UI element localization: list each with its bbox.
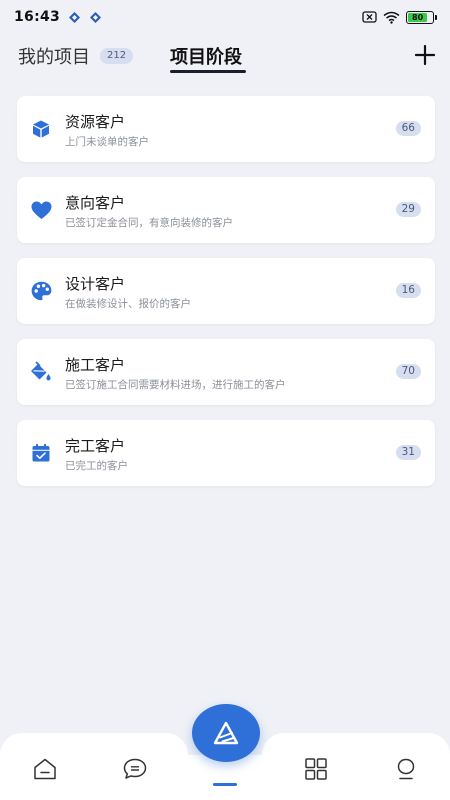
nav-profile-button[interactable]	[393, 757, 419, 781]
compose-fab-button[interactable]	[192, 704, 260, 762]
battery-icon: 80	[406, 10, 437, 24]
notification-app-icon	[90, 11, 102, 23]
nav-background	[262, 733, 450, 800]
active-nav-indicator	[213, 783, 237, 786]
status-right: 80	[362, 10, 437, 24]
sim-off-icon	[362, 11, 377, 23]
stage-card-list: 资源客户 上门未谈单的客户 66 意向客户 已签订定金合同，有意向装修的客户 2…	[17, 96, 435, 501]
calendar-check-icon	[30, 442, 52, 464]
stage-count-badge: 16	[395, 283, 421, 298]
stage-subtitle: 已签订施工合同需要材料进场，进行施工的客户	[65, 379, 286, 391]
status-bar: 16:43 80	[0, 0, 450, 34]
wifi-icon	[383, 11, 400, 24]
active-tab-indicator	[170, 70, 246, 73]
tab-my-projects[interactable]: 我的项目 212	[18, 43, 134, 69]
chat-icon	[123, 758, 147, 779]
stage-title: 设计客户	[65, 275, 126, 293]
stage-card-design[interactable]: 设计客户 在做装修设计、报价的客户 16	[17, 258, 435, 324]
profile-icon	[397, 758, 415, 780]
stage-title: 意向客户	[65, 194, 126, 212]
nav-background	[0, 733, 188, 800]
stage-subtitle: 上门未谈单的客户	[65, 136, 149, 148]
tab-project-stage[interactable]: 项目阶段	[170, 43, 242, 69]
cube-icon	[30, 118, 52, 140]
stage-subtitle: 在做装修设计、报价的客户	[65, 298, 191, 310]
add-button[interactable]	[412, 42, 438, 68]
stage-title: 完工客户	[65, 437, 126, 455]
stage-title: 资源客户	[65, 113, 126, 131]
home-icon	[34, 758, 56, 780]
stage-count-badge: 29	[395, 202, 421, 217]
nav-home-button[interactable]	[32, 757, 58, 781]
stage-card-completed[interactable]: 完工客户 已完工的客户 31	[17, 420, 435, 486]
stage-card-resource[interactable]: 资源客户 上门未谈单的客户 66	[17, 96, 435, 162]
plus-icon	[415, 45, 435, 65]
paint-bucket-icon	[30, 361, 52, 383]
projects-count-badge: 212	[100, 48, 134, 64]
header: 我的项目 212 项目阶段	[0, 38, 450, 78]
compose-icon	[213, 721, 239, 745]
stage-card-intent[interactable]: 意向客户 已签订定金合同，有意向装修的客户 29	[17, 177, 435, 243]
palette-icon	[30, 280, 52, 302]
stage-count-badge: 31	[395, 445, 421, 460]
stage-subtitle: 已完工的客户	[65, 460, 128, 472]
nav-chat-button[interactable]	[122, 757, 148, 781]
nav-apps-button[interactable]	[303, 757, 329, 781]
stage-title: 施工客户	[65, 356, 126, 374]
stage-count-badge: 70	[395, 364, 421, 379]
stage-count-badge: 66	[395, 121, 421, 136]
stage-card-construction[interactable]: 施工客户 已签订施工合同需要材料进场，进行施工的客户 70	[17, 339, 435, 405]
stage-subtitle: 已签订定金合同，有意向装修的客户	[65, 217, 233, 229]
grid-icon	[305, 758, 327, 780]
status-left: 16:43	[14, 9, 102, 25]
status-time: 16:43	[14, 9, 61, 25]
tab-my-projects-label: 我的项目	[18, 47, 90, 68]
notification-app-icon	[69, 11, 81, 23]
battery-level: 80	[408, 12, 428, 22]
heart-icon	[30, 199, 52, 221]
